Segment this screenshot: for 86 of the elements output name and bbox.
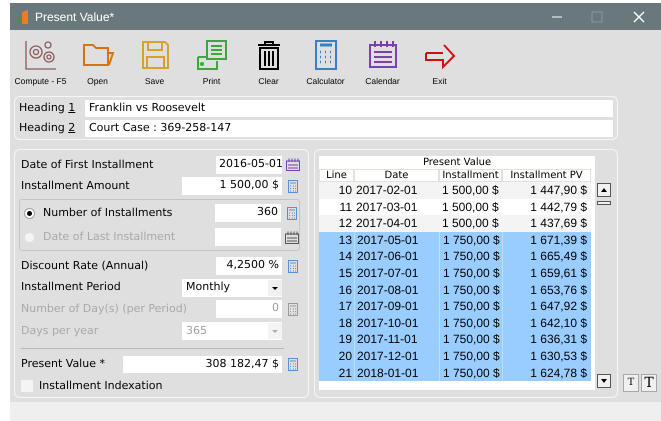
table-cell: 1 750,00 $ xyxy=(439,364,502,382)
window-title: Present Value* xyxy=(35,8,116,26)
number-field[interactable]: 360 xyxy=(215,204,281,222)
option-label: Number of Installments xyxy=(43,205,172,221)
table-row[interactable]: 18 2017-10-01 1 750,00 $ 1 642,10 $ xyxy=(319,314,591,332)
toolbar-button[interactable]: Print xyxy=(183,39,240,90)
toolbar-button[interactable]: Exit xyxy=(411,39,468,90)
calculator-icon[interactable] xyxy=(288,260,298,273)
radio-button[interactable] xyxy=(24,208,35,219)
table-cell-text: 1 442,79 $ xyxy=(529,198,588,216)
heading-field[interactable]: Franklin vs Roosevelt xyxy=(85,100,613,116)
date-field[interactable]: 2016-05-01 xyxy=(216,156,282,174)
field-label: Installment Period xyxy=(21,279,121,296)
period-select[interactable]: Monthly xyxy=(182,278,282,297)
table-row[interactable]: 13 2017-05-01 1 750,00 $ 1 671,39 $ xyxy=(319,232,591,248)
scroll-thumb-icon[interactable] xyxy=(597,201,612,205)
table-cell-text: 17 xyxy=(338,298,353,315)
table-cell-text: 15 xyxy=(338,264,353,282)
field-label: Installment Amount xyxy=(21,178,130,194)
dropdown-caret-icon xyxy=(268,322,282,339)
calculator-icon[interactable] xyxy=(288,358,298,372)
toolbar-button[interactable]: Compute - F5 xyxy=(12,39,69,90)
table-row[interactable]: 15 2017-07-01 1 750,00 $ 1 659,61 $ xyxy=(319,264,591,282)
table-cell-text: 16 xyxy=(338,282,353,298)
dropdown-caret-icon xyxy=(268,280,282,296)
toolbar-button[interactable]: Clear xyxy=(240,39,297,90)
table-cell-text: 18 xyxy=(338,314,353,332)
checkbox-label: Installment Indexation xyxy=(39,378,162,394)
toolbar-button[interactable]: Calendar xyxy=(354,39,411,90)
table-cell-text: 21 xyxy=(338,364,353,382)
column-header[interactable]: Date xyxy=(354,169,439,182)
table-cell-text: 10 xyxy=(338,182,353,199)
scroll-up-icon[interactable] xyxy=(597,183,612,197)
table-cell-text: 14 xyxy=(338,248,353,265)
heading-label: Heading 2 xyxy=(19,120,76,136)
table-row[interactable]: 16 2017-08-01 1 750,00 $ 1 653,76 $ xyxy=(319,282,591,298)
table-row[interactable]: 12 2017-04-01 1 500,00 $ 1 437,69 $ xyxy=(319,215,591,232)
table-cell-text: 1 447,90 $ xyxy=(529,182,588,199)
table-cell-text: 1 500,00 $ xyxy=(441,198,500,216)
calendar-icon[interactable] xyxy=(286,158,300,172)
heading-field[interactable]: Court Case : 369-258-147 xyxy=(85,120,613,136)
table-cell-text: 19 xyxy=(338,331,353,348)
toolbar-button[interactable]: Calculator xyxy=(297,39,354,90)
table-row[interactable]: 14 2017-06-01 1 750,00 $ 1 665,49 $ xyxy=(319,248,591,265)
calculator-icon[interactable] xyxy=(288,180,298,193)
printer-icon xyxy=(194,39,228,72)
font-size-button[interactable]: T xyxy=(641,374,657,392)
table-cell-text: 2017-03-01 xyxy=(355,198,418,216)
heading-label: Heading 1 xyxy=(19,100,76,116)
table-cell-text: 1 500,00 $ xyxy=(441,215,500,232)
field-label: Discount Rate (Annual) xyxy=(21,258,148,274)
table-cell-text: 12 xyxy=(338,215,353,232)
table-row[interactable]: 10 2017-02-01 1 500,00 $ 1 447,90 $ xyxy=(319,182,591,199)
table-row[interactable]: 19 2017-11-01 1 750,00 $ 1 636,31 $ xyxy=(319,331,591,348)
app-logo-icon xyxy=(16,10,30,24)
table-title: Present Value xyxy=(422,156,492,169)
table-cell-text: 11 xyxy=(338,198,353,216)
column-header[interactable]: Line xyxy=(319,169,354,182)
scroll-down-icon[interactable] xyxy=(597,374,612,388)
table-cell-text: 2017-02-01 xyxy=(355,182,418,199)
table-row[interactable]: 17 2017-09-01 1 750,00 $ 1 647,92 $ xyxy=(319,298,591,315)
number-field[interactable]: 1 500,00 $ xyxy=(182,177,282,196)
font-size-button[interactable]: T xyxy=(623,374,639,392)
field-label: Date of First Installment xyxy=(21,156,154,173)
present-value-field[interactable]: 308 182,47 $ xyxy=(123,356,282,374)
calculator-icon[interactable] xyxy=(288,302,298,316)
table-cell: 1 624,78 $ xyxy=(502,364,591,382)
number-field[interactable]: 4,2500 % xyxy=(216,257,282,276)
table-cell-text: 20 xyxy=(338,348,353,365)
column-header[interactable]: Installment xyxy=(439,169,502,182)
table-row[interactable]: 11 2017-03-01 1 500,00 $ 1 442,79 $ xyxy=(319,198,591,216)
table-cell-text: 13 xyxy=(338,232,353,248)
table-cell-text: 1 437,69 $ xyxy=(529,215,588,232)
field-label: Present Value * xyxy=(21,356,105,372)
toolbar-button[interactable]: Save xyxy=(126,39,183,90)
gears-icon xyxy=(24,39,58,72)
calendar-icon[interactable] xyxy=(285,230,299,244)
column-header[interactable]: Installment PV xyxy=(502,169,591,182)
calculator-icon[interactable] xyxy=(287,206,297,220)
table-row[interactable]: 20 2017-12-01 1 750,00 $ 1 630,53 $ xyxy=(319,348,591,365)
table-row[interactable]: 21 2018-01-01 1 750,00 $ 1 624,78 $ xyxy=(319,364,591,382)
table-cell-text: 2017-04-01 xyxy=(355,215,418,232)
table-cell-text: 1 500,00 $ xyxy=(441,182,500,199)
toolbar-button[interactable]: Open xyxy=(69,39,126,90)
table-cell: 2018-01-01 xyxy=(354,364,439,382)
close-icon[interactable] xyxy=(633,10,645,22)
